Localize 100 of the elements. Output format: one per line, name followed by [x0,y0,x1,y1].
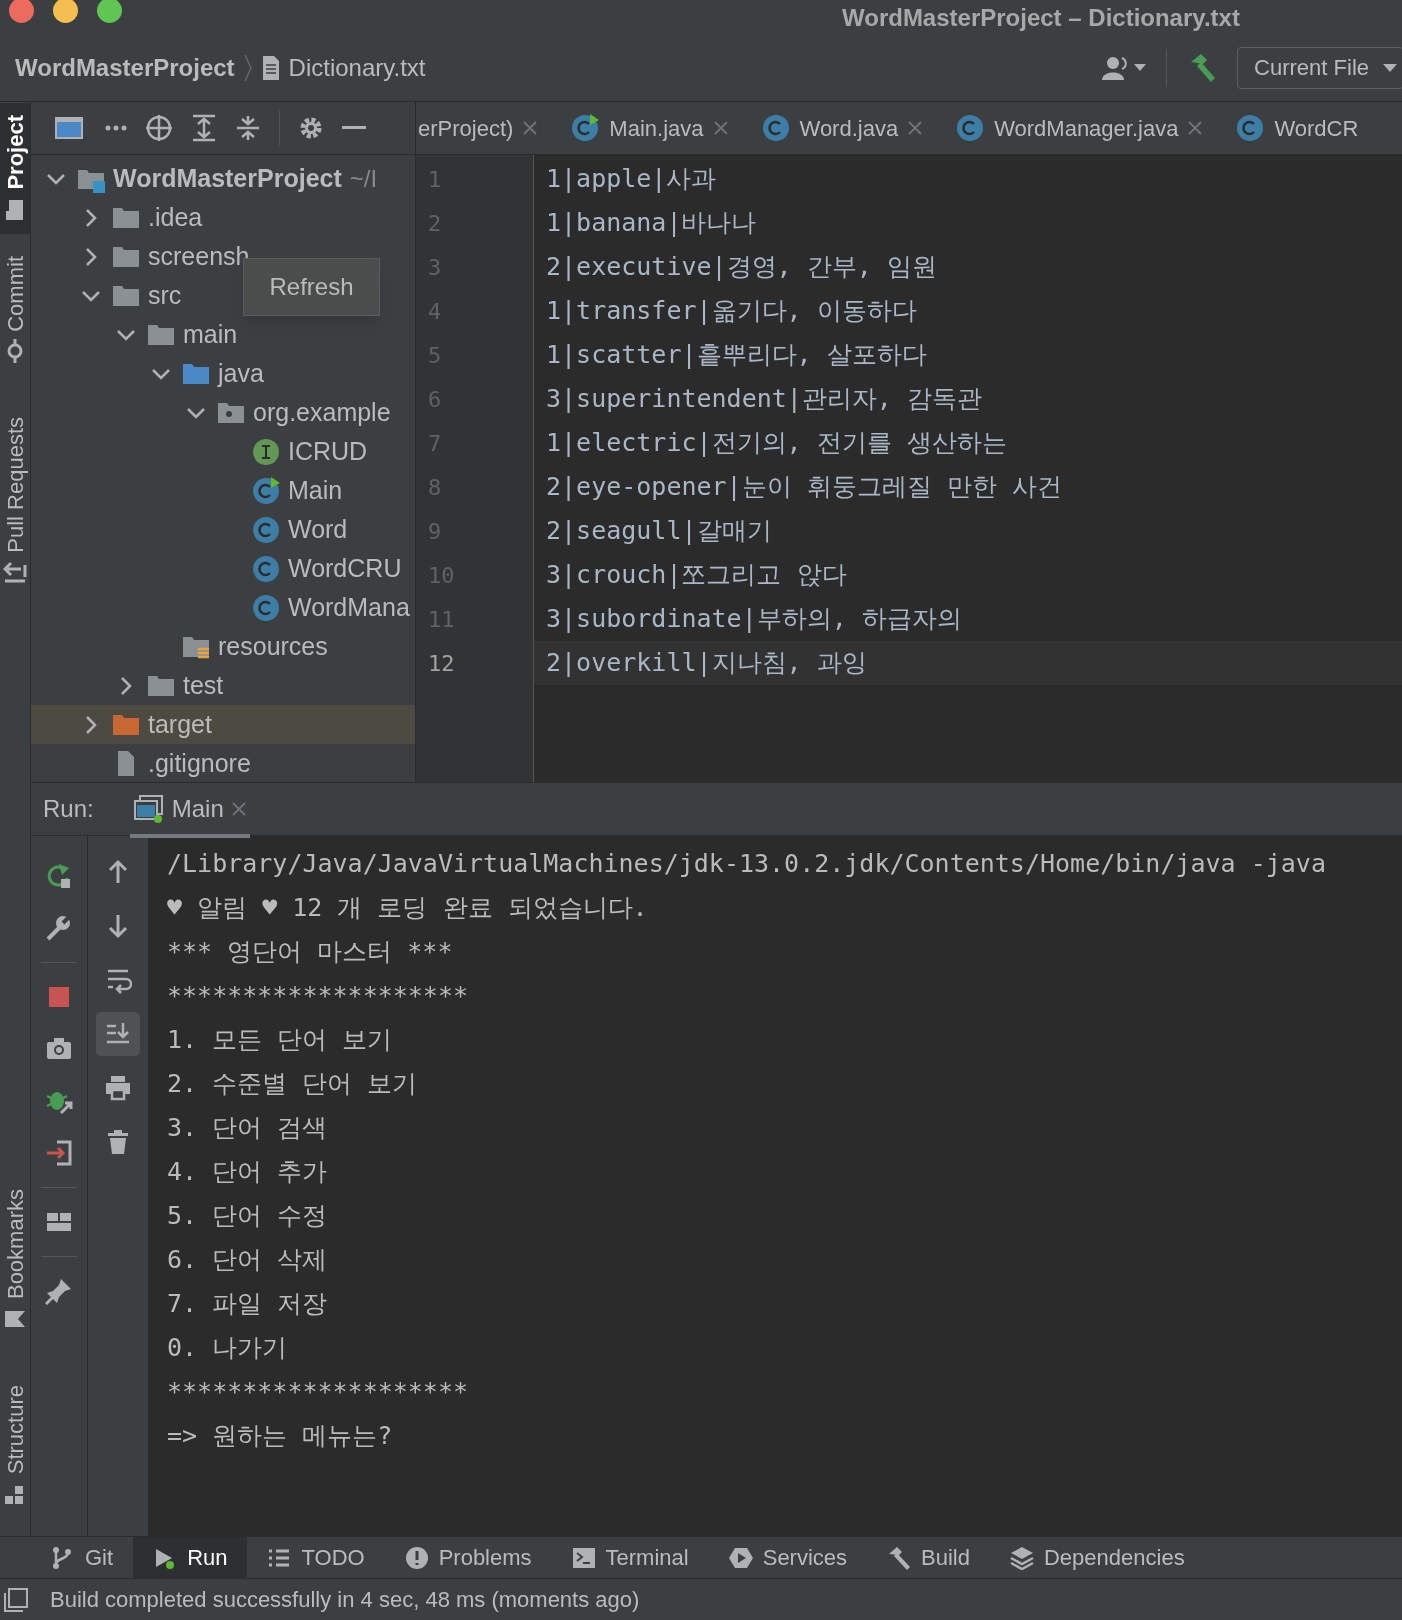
code-line: 1|apple|사과 [545,163,718,196]
panel-title: Run: [43,794,94,824]
editor-tab[interactable]: Main.java [551,102,742,154]
tree-item[interactable]: org.example [31,393,391,432]
minimize-window-icon[interactable] [53,0,78,23]
console-line: 6. 단어 삭제 [167,1244,329,1277]
tool-window-tab[interactable]: Dependencies [990,1537,1205,1578]
dropdown-caret-icon [1383,63,1397,72]
console-line: 7. 파일 저장 [167,1288,329,1321]
tree-item[interactable]: src [31,276,182,315]
side-tab[interactable]: Bookmarks [0,1176,30,1343]
tree-item[interactable]: ICRUD [31,432,368,471]
services-icon [728,1545,753,1570]
editor-tab[interactable]: WordCR [1216,102,1373,154]
tree-item[interactable]: WordMana [31,588,410,627]
editor-tab[interactable]: WordManager.java [936,102,1217,154]
code-line: 1|electric|전기의, 전기를 생산하는 [545,427,1008,460]
pull-icon [3,561,27,586]
tool-window-tab[interactable]: Git [31,1537,134,1578]
console-line: *** 영단어 마스터 *** [167,936,454,969]
problems-icon [404,1545,429,1570]
text-file-icon [260,54,281,81]
code-line: 3|superintendent|관리자, 감독관 [545,383,983,416]
tool-window-tab[interactable]: TODO [247,1537,385,1578]
editor-tab[interactable]: Word.java [741,102,937,154]
breadcrumb-item[interactable]: WordMasterProject [15,49,235,86]
tree-item[interactable]: main [31,315,238,354]
tree-item[interactable]: Word [31,510,348,549]
exit-icon[interactable] [45,1139,73,1167]
maximize-window-icon[interactable] [97,0,122,23]
console-line: ******************** [167,980,470,1013]
console-line: 4. 단어 추가 [167,1156,329,1189]
close-window-icon[interactable] [9,0,34,23]
console-window-icon [133,795,164,823]
run-configuration-dropdown[interactable]: Current File [1237,46,1402,89]
console-line: 3. 단어 검색 [167,1112,329,1145]
code-line: 1|banana|바나나 [545,207,758,240]
console-line: ♥ 알림 ♥ 12 개 로딩 완료 되었습니다. [167,892,649,925]
window-title: WordMasterProject – Dictionary.txt [842,3,1240,33]
line-number: 12 [427,649,456,678]
tree-item[interactable]: WordMasterProject ~/I [31,159,378,198]
side-tab[interactable]: Project [0,103,30,234]
scroll-to-end-icon[interactable] [96,1012,140,1056]
tool-window-tab[interactable]: Services [708,1537,868,1578]
terminal-icon [571,1545,596,1570]
runnable-class-icon [571,114,600,142]
tree-item[interactable]: java [31,354,264,393]
user-icon[interactable] [1102,55,1147,80]
code-line: 3|subordinate|부하의, 하급자의 [545,603,963,636]
tree-item[interactable]: test [31,666,224,705]
tree-item[interactable]: .idea [31,198,203,237]
code-line: 1|transfer|옮기다, 이동하다 [545,295,918,328]
status-message: Build completed successfully in 4 sec, 48 ms (moments ago) [50,1586,640,1614]
side-tab[interactable]: Structure [0,1372,30,1518]
console-line: /Library/Java/JavaVirtualMachines/jdk-13.0.2.jdk/Contents/Home/bin/java -java [167,848,1327,881]
console-line: 5. 단어 수정 [167,1200,329,1233]
locate-icon[interactable] [145,114,173,142]
interface-icon [252,437,280,466]
tree-item[interactable]: resources [31,627,328,666]
tree-item[interactable]: WordCRU [31,549,402,588]
rerun-icon[interactable] [45,862,73,890]
tree-item[interactable]: .gitignore [31,744,251,782]
side-tab[interactable]: Pull Requests [0,405,30,598]
code-line: 2|eye-opener|눈이 휘둥그레질 만한 사건 [545,471,1063,504]
console-line: 1. 모든 단어 보기 [167,1024,394,1057]
build-icon [887,1545,912,1570]
tool-window-tab[interactable]: Run [133,1537,248,1578]
class-icon [252,515,280,544]
class-icon [956,114,985,142]
code-line: 2|executive|경영, 간부, 임원 [545,251,938,284]
console-line: ******************** [167,1376,470,1409]
wrench-icon[interactable] [45,914,73,942]
code-line: 3|crouch|쪼그리고 앉다 [545,559,848,592]
class-icon [252,554,280,583]
class-icon [252,593,280,622]
runnable-class-icon [252,476,280,505]
panel-toggle-icon[interactable] [4,1587,28,1612]
tool-window-tab[interactable]: Build [867,1537,990,1578]
side-tab[interactable]: Commit [0,243,30,376]
console-line: 0. 나가기 [167,1332,289,1365]
code-line: 1|scatter|흩뿌리다, 살포하다 [545,339,928,372]
dependencies-icon [1010,1545,1034,1570]
tree-item[interactable]: target [31,705,415,744]
expand-all-icon[interactable] [191,114,217,142]
tree-item[interactable]: Main [31,471,343,510]
editor-tab[interactable]: erProject) [416,102,552,154]
pin-icon[interactable] [45,1277,73,1305]
tool-window-tab[interactable]: Terminal [551,1537,709,1578]
console-line: => 원하는 메뉴는? [167,1420,394,1453]
class-icon [761,114,790,142]
breadcrumb-item[interactable]: Dictionary.txt [288,49,426,86]
tool-window-tab[interactable]: Problems [384,1537,552,1578]
tooltip: Refresh [243,258,380,316]
more-icon[interactable] [105,125,127,131]
chevron-right-icon [242,52,253,83]
settings-icon[interactable] [298,115,324,141]
collapse-all-icon[interactable] [235,114,261,142]
console-line: 2. 수준별 단어 보기 [167,1068,419,1101]
class-icon [1236,114,1265,142]
hide-icon[interactable] [342,126,366,130]
